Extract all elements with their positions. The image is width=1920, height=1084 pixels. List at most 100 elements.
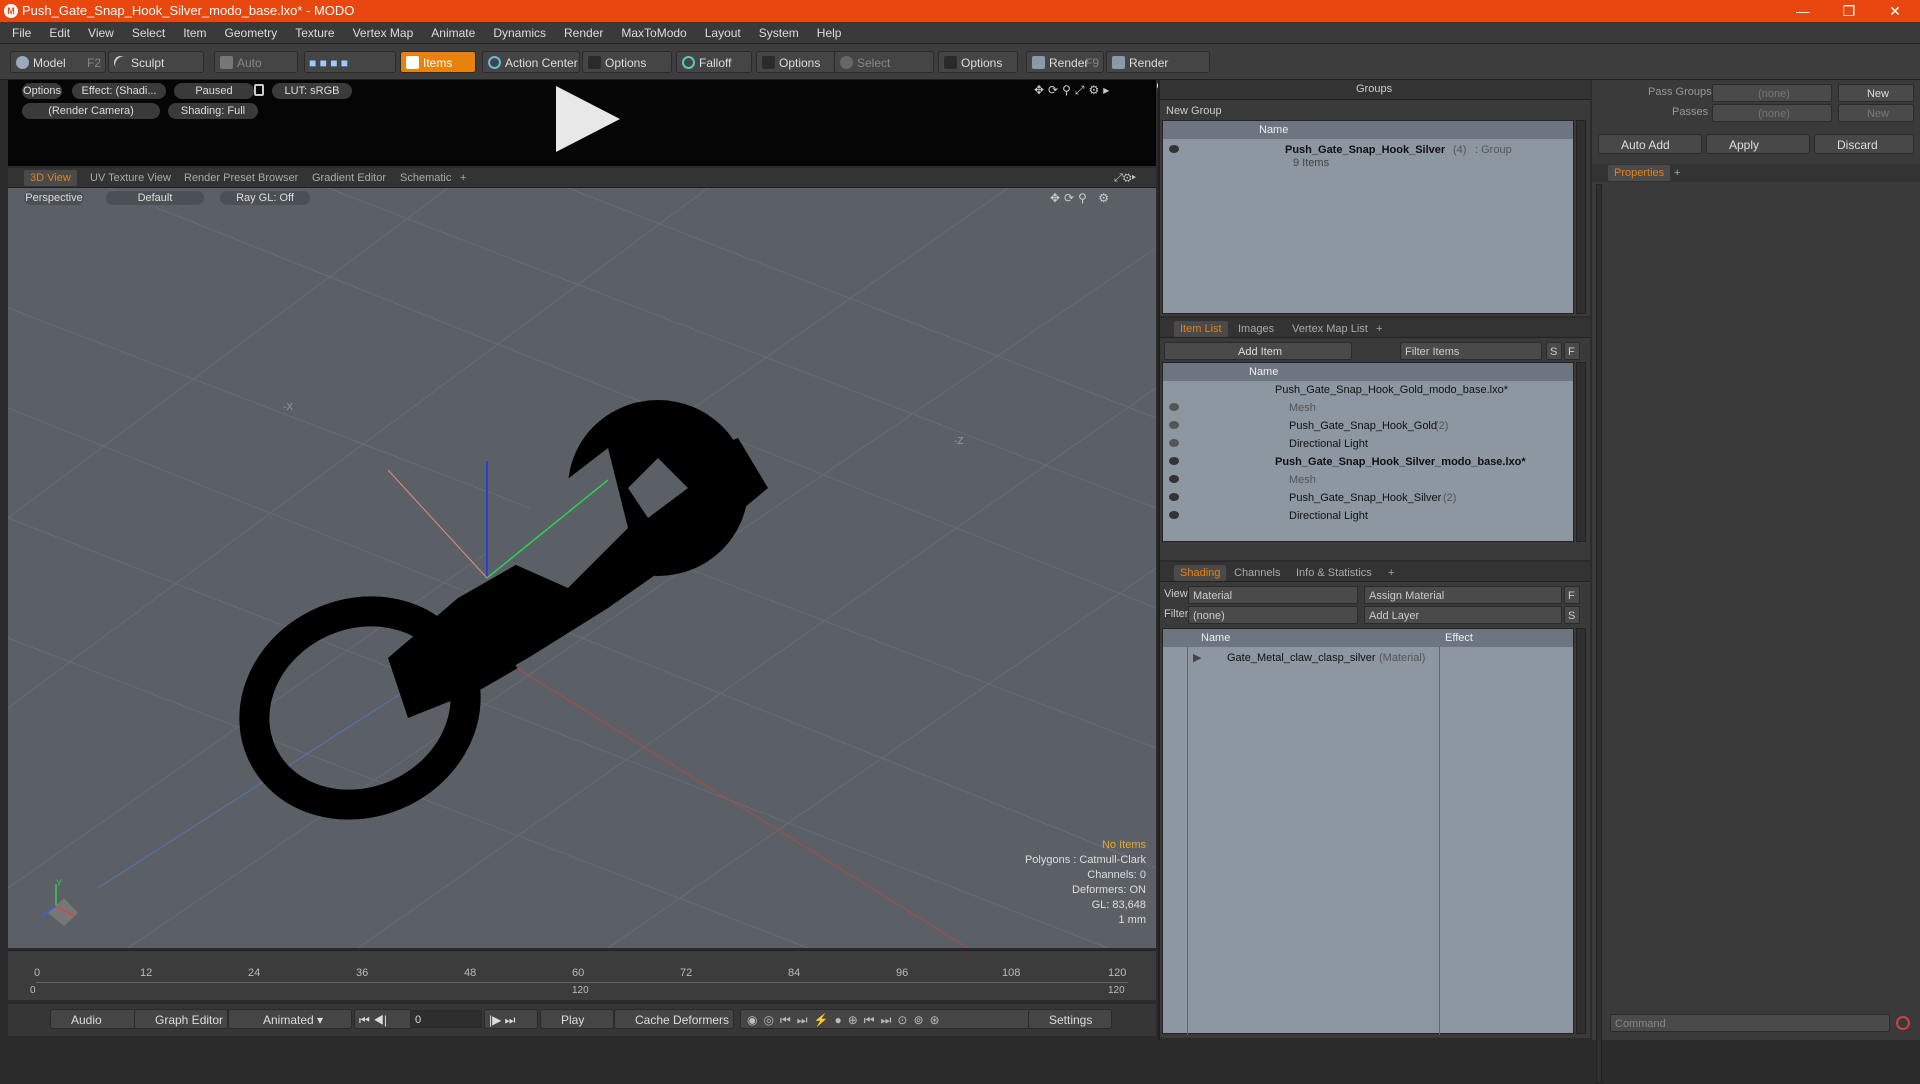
preview-shading-dropdown[interactable]: Shading: Full <box>168 103 258 119</box>
expand-arrow-icon[interactable]: ▶ <box>1193 649 1201 667</box>
item-row[interactable]: Mesh <box>1163 471 1573 489</box>
menu-geometry[interactable]: Geometry <box>216 22 287 44</box>
search-toggle[interactable]: S <box>1546 342 1562 360</box>
tab-uv-texture-view[interactable]: UV Texture View <box>84 170 177 186</box>
menu-select[interactable]: Select <box>123 22 174 44</box>
new-group-button[interactable]: New Group <box>1162 102 1238 120</box>
menu-system[interactable]: System <box>750 22 808 44</box>
graph-editor-button[interactable]: Graph Editor <box>134 1009 228 1029</box>
new-pass-group-button[interactable]: New <box>1838 84 1914 102</box>
pass-groups-dropdown[interactable]: (none) <box>1712 84 1832 102</box>
tab-3d-view[interactable]: 3D View <box>24 170 77 186</box>
add-itemlist-tab[interactable]: + <box>1370 321 1388 337</box>
add-tab-button[interactable]: + <box>454 170 472 186</box>
item-row[interactable]: Mesh <box>1163 399 1573 417</box>
menu-layout[interactable]: Layout <box>696 22 750 44</box>
select-through-button[interactable]: Select Through <box>834 51 934 92</box>
tab-vertex-map-list[interactable]: Vertex Map List <box>1286 321 1374 337</box>
audio-button[interactable]: Audio <box>50 1009 140 1029</box>
tab-schematic[interactable]: Schematic <box>394 170 457 186</box>
passes-dropdown[interactable]: (none) <box>1712 104 1832 122</box>
menu-animate[interactable]: Animate <box>422 22 484 44</box>
shading-search-toggle[interactable]: S <box>1564 606 1580 624</box>
properties-scrollbar[interactable] <box>1596 184 1602 1084</box>
transport-next-icons[interactable]: |▶ ⏭ <box>484 1009 538 1029</box>
sculpt-mode-button[interactable]: Sculpt <box>108 51 204 73</box>
perspective-dropdown[interactable]: Perspective <box>24 191 84 205</box>
viewport-nav-icons[interactable]: ✥⟳⚲ ⚙ <box>1050 191 1113 205</box>
vertices-icon[interactable]: ■ <box>309 56 316 70</box>
discard-button[interactable]: Discard <box>1814 134 1914 154</box>
settings-button[interactable]: Settings <box>1028 1009 1112 1029</box>
preview-paused-button[interactable]: Paused <box>174 83 254 99</box>
visibility-eye-icon[interactable] <box>1169 439 1179 447</box>
apply-button[interactable]: Apply <box>1706 134 1810 154</box>
add-layer-dropdown[interactable]: Add Layer <box>1364 606 1562 624</box>
menu-item[interactable]: Item <box>174 22 215 44</box>
visibility-eye-icon[interactable] <box>1169 457 1179 465</box>
view-dropdown[interactable]: Material <box>1188 586 1358 604</box>
item-row[interactable]: Push_Gate_Snap_Hook_Gold (2) <box>1163 417 1573 435</box>
render-button[interactable]: Render F9 <box>1026 51 1104 73</box>
action-center-button[interactable]: Action Center <box>482 51 580 73</box>
items-mode-button[interactable]: Items <box>400 51 476 73</box>
cache-deformers-button[interactable]: Cache Deformers <box>614 1009 734 1029</box>
falloff-options-button[interactable]: Options <box>756 51 836 73</box>
render-preview[interactable]: Options Effect: (Shadi... Paused LUT: sR… <box>8 80 1156 166</box>
menu-help[interactable]: Help <box>808 22 851 44</box>
shading-scrollbar[interactable] <box>1576 628 1586 1034</box>
add-shading-tab[interactable]: + <box>1382 565 1400 581</box>
preview-nav-icons[interactable]: ✥⟳⚲⤢⚙▸ <box>1034 83 1113 98</box>
tab-info-statistics[interactable]: Info & Statistics <box>1290 565 1378 581</box>
add-properties-tab[interactable]: + <box>1668 165 1686 181</box>
add-item-dropdown[interactable]: Add Item <box>1164 342 1352 360</box>
falloff-button[interactable]: Falloff <box>676 51 752 73</box>
material-row[interactable]: ▶ Gate_Metal_claw_clasp_silver (Material… <box>1163 649 1573 667</box>
group-row[interactable]: Push_Gate_Snap_Hook_Silver (4) : Group 9… <box>1163 141 1573 169</box>
auto-add-button[interactable]: Auto Add <box>1598 134 1702 154</box>
preview-options-button[interactable]: Options <box>22 83 62 99</box>
menu-edit[interactable]: Edit <box>40 22 79 44</box>
menu-file[interactable]: File <box>0 22 40 44</box>
filter-dropdown[interactable]: (none) <box>1188 606 1358 624</box>
tab-images[interactable]: Images <box>1232 321 1280 337</box>
polygons-icon[interactable]: ■ <box>330 56 337 70</box>
filter-toggle[interactable]: F <box>1564 342 1580 360</box>
tab-gradient-editor[interactable]: Gradient Editor <box>306 170 392 186</box>
new-pass-button[interactable]: New <box>1838 104 1914 122</box>
materials-icon[interactable]: ■ <box>341 56 348 70</box>
tab-render-preset-browser[interactable]: Render Preset Browser <box>178 170 304 186</box>
edges-icon[interactable]: ■ <box>320 56 327 70</box>
item-row[interactable]: Push_Gate_Snap_Hook_Silver_modo_base.lxo… <box>1163 453 1573 471</box>
menu-vertex-map[interactable]: Vertex Map <box>344 22 423 44</box>
tab-properties[interactable]: Properties <box>1608 165 1671 181</box>
item-row[interactable]: Push_Gate_Snap_Hook_Silver (2) <box>1163 489 1573 507</box>
play-button[interactable]: Play <box>540 1009 614 1029</box>
groups-scrollbar[interactable] <box>1576 120 1586 314</box>
item-row[interactable]: Push_Gate_Snap_Hook_Gold_modo_base.lxo* <box>1163 381 1573 399</box>
menu-texture[interactable]: Texture <box>286 22 343 44</box>
visibility-eye-icon[interactable] <box>1169 493 1179 501</box>
visibility-eye-icon[interactable] <box>1169 421 1179 429</box>
minimize-button[interactable]: — <box>1780 0 1826 22</box>
tab-channels[interactable]: Channels <box>1228 565 1286 581</box>
preview-effect-dropdown[interactable]: Effect: (Shadi... <box>72 83 166 99</box>
action-center-options-button[interactable]: Options <box>582 51 672 73</box>
3d-viewport[interactable]: Perspective Default Ray GL: Off ✥⟳⚲ ⚙ -X… <box>8 188 1156 948</box>
menu-maxtomodo[interactable]: MaxToModo <box>612 22 695 44</box>
render-camera-dropdown[interactable]: (Render Camera) <box>22 103 160 119</box>
close-button[interactable]: ✕ <box>1872 0 1918 22</box>
key-tool-icons[interactable]: ◉◎⏮⏭⚡●⊕⏮⏭⊙⊚⊛ <box>740 1009 1030 1029</box>
restore-button[interactable]: ❐ <box>1826 0 1872 22</box>
assign-material-button[interactable]: Assign Material <box>1364 586 1562 604</box>
visibility-eye-icon[interactable] <box>1169 475 1179 483</box>
animated-dropdown[interactable]: Animated ▾ <box>228 1009 352 1029</box>
tab-item-list[interactable]: Item List <box>1174 321 1228 337</box>
shading-style-dropdown[interactable]: Default <box>106 191 204 205</box>
model-mode-button[interactable]: Model F2 <box>10 51 106 73</box>
itemlist-scrollbar[interactable] <box>1576 362 1586 542</box>
view-expand-icon[interactable]: ⤢⚙▸ <box>1108 170 1142 186</box>
play-icon[interactable] <box>556 86 620 152</box>
transport-prev-icons[interactable]: ⏮ ◀| <box>354 1009 412 1029</box>
menu-render[interactable]: Render <box>555 22 612 44</box>
